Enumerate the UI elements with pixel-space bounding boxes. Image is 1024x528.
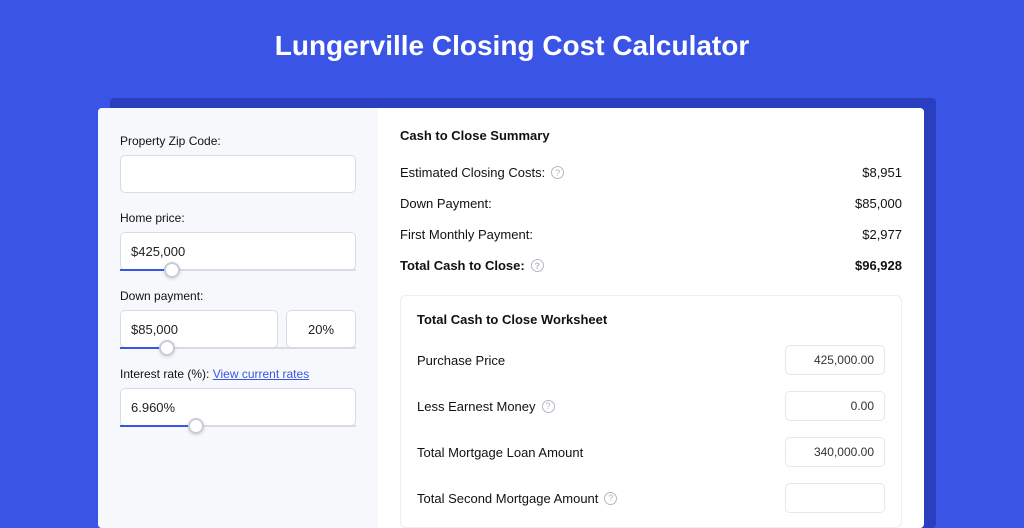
home-price-slider[interactable] — [120, 269, 356, 271]
worksheet-row-second-mortgage: Total Second Mortgage Amount ? — [417, 475, 885, 521]
interest-rate-field-group: Interest rate (%): View current rates — [120, 367, 356, 427]
view-rates-link[interactable]: View current rates — [213, 367, 310, 381]
worksheet-row-earnest-money: Less Earnest Money ? 0.00 — [417, 383, 885, 429]
down-payment-field-group: Down payment: — [120, 289, 356, 349]
summary-row-label: Estimated Closing Costs: — [400, 165, 545, 180]
zip-input[interactable] — [120, 155, 356, 193]
slider-thumb[interactable] — [159, 340, 175, 356]
summary-row-label: Total Cash to Close: — [400, 258, 525, 273]
interest-rate-label-text: Interest rate (%): — [120, 367, 213, 381]
help-icon[interactable]: ? — [531, 259, 544, 272]
worksheet-box: Total Cash to Close Worksheet Purchase P… — [400, 295, 902, 528]
page-title: Lungerville Closing Cost Calculator — [275, 30, 750, 62]
worksheet-row-mortgage-loan: Total Mortgage Loan Amount 340,000.00 — [417, 429, 885, 475]
down-payment-label: Down payment: — [120, 289, 356, 303]
summary-row-closing-costs: Estimated Closing Costs: ? $8,951 — [400, 157, 902, 188]
home-price-input[interactable] — [120, 232, 356, 270]
zip-field-group: Property Zip Code: — [120, 134, 356, 193]
summary-title: Cash to Close Summary — [400, 128, 902, 143]
help-icon[interactable]: ? — [551, 166, 564, 179]
summary-row-label: Down Payment: — [400, 196, 492, 211]
worksheet-value-second-mortgage[interactable] — [785, 483, 885, 513]
help-icon[interactable]: ? — [604, 492, 617, 505]
slider-thumb[interactable] — [188, 418, 204, 434]
worksheet-row-purchase-price: Purchase Price 425,000.00 — [417, 337, 885, 383]
down-payment-amount-input[interactable] — [120, 310, 278, 348]
worksheet-row-label: Purchase Price — [417, 353, 505, 368]
home-price-field-group: Home price: — [120, 211, 356, 271]
worksheet-row-label: Total Second Mortgage Amount — [417, 491, 598, 506]
home-price-label: Home price: — [120, 211, 356, 225]
summary-row-total-cash: Total Cash to Close: ? $96,928 — [400, 250, 902, 281]
summary-row-down-payment: Down Payment: $85,000 — [400, 188, 902, 219]
summary-row-value: $85,000 — [855, 196, 902, 211]
slider-fill — [120, 425, 196, 427]
summary-row-first-monthly: First Monthly Payment: $2,977 — [400, 219, 902, 250]
summary-row-value: $96,928 — [855, 258, 902, 273]
help-icon[interactable]: ? — [542, 400, 555, 413]
slider-thumb[interactable] — [164, 262, 180, 278]
worksheet-row-label: Less Earnest Money — [417, 399, 536, 414]
inputs-panel: Property Zip Code: Home price: Down paym… — [98, 108, 378, 528]
interest-rate-label: Interest rate (%): View current rates — [120, 367, 356, 381]
down-payment-slider[interactable] — [120, 347, 356, 349]
interest-rate-input[interactable] — [120, 388, 356, 426]
interest-rate-slider[interactable] — [120, 425, 356, 427]
zip-label: Property Zip Code: — [120, 134, 356, 148]
worksheet-value-mortgage-loan[interactable]: 340,000.00 — [785, 437, 885, 467]
worksheet-value-earnest-money[interactable]: 0.00 — [785, 391, 885, 421]
calculator-card: Property Zip Code: Home price: Down paym… — [98, 108, 924, 528]
worksheet-value-purchase-price[interactable]: 425,000.00 — [785, 345, 885, 375]
summary-row-value: $8,951 — [862, 165, 902, 180]
summary-row-label: First Monthly Payment: — [400, 227, 533, 242]
worksheet-row-label: Total Mortgage Loan Amount — [417, 445, 583, 460]
worksheet-title: Total Cash to Close Worksheet — [417, 312, 885, 327]
down-payment-percent-input[interactable] — [286, 310, 356, 348]
results-panel: Cash to Close Summary Estimated Closing … — [378, 108, 924, 528]
summary-row-value: $2,977 — [862, 227, 902, 242]
